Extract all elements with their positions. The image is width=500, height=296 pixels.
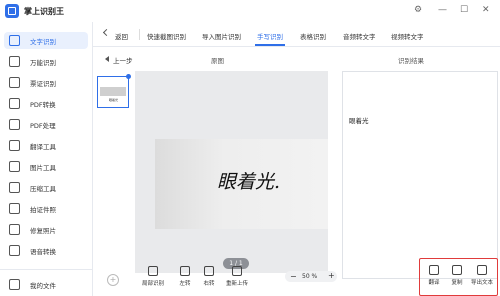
action-label: 导出文本 bbox=[470, 280, 493, 286]
close-icon[interactable]: ✕ bbox=[482, 5, 490, 15]
zoom-in-button[interactable]: + bbox=[328, 271, 335, 280]
sidebar-item-label: 图片工具 bbox=[30, 164, 56, 172]
rotate-right-button[interactable]: 右转 bbox=[194, 266, 224, 287]
rotate-right-icon bbox=[204, 266, 214, 276]
sidebar-item-voice-convert[interactable]: 语音转换 bbox=[4, 242, 88, 259]
sidebar-item-text-recognition[interactable]: 文字识别 bbox=[4, 32, 88, 49]
partial-recognize-button[interactable]: 局部识别 bbox=[138, 266, 168, 287]
tab-quick-screenshot[interactable]: 快速截图识别 bbox=[147, 31, 186, 41]
translate-button[interactable]: 翻译 bbox=[422, 265, 446, 286]
zoom-out-button[interactable]: − bbox=[290, 272, 297, 281]
pdf-convert-icon bbox=[9, 98, 20, 109]
universal-scan-icon bbox=[9, 56, 20, 67]
settings-icon[interactable]: ⚙ bbox=[414, 5, 422, 15]
sidebar-item-pdf-convert[interactable]: PDF转换 bbox=[4, 95, 88, 112]
pdf-process-icon bbox=[9, 119, 20, 130]
chevron-left-icon[interactable] bbox=[102, 28, 111, 37]
tab-audio-to-text[interactable]: 音频转文字 bbox=[343, 31, 376, 41]
thumbnail-remove-dot[interactable] bbox=[126, 74, 131, 79]
add-image-button[interactable]: + bbox=[107, 274, 119, 286]
sidebar-item-label: 票证识别 bbox=[30, 80, 56, 88]
translate-doc-icon bbox=[429, 265, 439, 275]
voice-convert-icon bbox=[9, 245, 20, 256]
tool-label: 局部识别 bbox=[141, 281, 164, 287]
image-thumbnail[interactable]: 眼着光 bbox=[97, 74, 131, 108]
original-image-area: 眼着光. 1 / 1 bbox=[135, 71, 328, 273]
sidebar-item-repair-photo[interactable]: 修复照片 bbox=[4, 221, 88, 238]
main-panel: 返回 快速截图识别 导入图片识别 手写识别 表格识别 音频转文字 视频转文字 上… bbox=[93, 22, 500, 296]
repair-photo-icon bbox=[9, 224, 20, 235]
reupload-button[interactable]: 重新上传 bbox=[222, 266, 252, 287]
sidebar-item-label: 压缩工具 bbox=[30, 185, 56, 193]
result-text[interactable]: 眼着光 bbox=[349, 115, 369, 125]
triangle-left-icon bbox=[105, 56, 109, 62]
tab-import-image[interactable]: 导入图片识别 bbox=[202, 31, 241, 41]
tool-label: 右转 bbox=[203, 281, 215, 287]
sidebar-item-label: 翻译工具 bbox=[30, 143, 56, 151]
sidebar-item-label: 拍证件照 bbox=[30, 206, 56, 214]
app-title: 掌上识别王 bbox=[24, 7, 64, 16]
original-image-label: 原图 bbox=[211, 57, 224, 65]
thumbnail-text: 眼着光 bbox=[109, 98, 119, 102]
translate-icon bbox=[9, 140, 20, 151]
ticket-icon bbox=[9, 77, 20, 88]
minimize-icon[interactable]: — bbox=[438, 5, 447, 15]
id-photo-icon bbox=[9, 203, 20, 214]
image-tool-icon bbox=[9, 161, 20, 172]
sidebar-item-label: 修复照片 bbox=[30, 227, 56, 235]
action-label: 翻译 bbox=[428, 280, 440, 286]
result-panel[interactable]: 眼着光 bbox=[342, 71, 498, 279]
sidebar-item-label: 万能识别 bbox=[30, 59, 56, 67]
handwriting-text: 眼着光. bbox=[217, 171, 281, 193]
compress-icon bbox=[9, 182, 20, 193]
tool-label: 重新上传 bbox=[225, 281, 248, 287]
scanned-paper: 眼着光. bbox=[155, 139, 328, 229]
crop-icon bbox=[148, 266, 158, 276]
tab-video-to-text[interactable]: 视频转文字 bbox=[391, 31, 424, 41]
sidebar-item-pdf-process[interactable]: PDF处理 bbox=[4, 116, 88, 133]
sidebar-item-label: PDF处理 bbox=[30, 122, 56, 130]
sidebar-item-label: 语音转换 bbox=[30, 248, 56, 256]
zoom-value: 50 % bbox=[302, 273, 318, 280]
copy-button[interactable]: 复制 bbox=[445, 265, 469, 286]
sidebar-item-compress[interactable]: 压缩工具 bbox=[4, 179, 88, 196]
reupload-icon bbox=[232, 266, 242, 276]
export-text-button[interactable]: 导出文本 bbox=[470, 265, 494, 286]
divider bbox=[139, 29, 140, 40]
title-bar: 掌上识别王 ⚙ — ☐ ✕ bbox=[0, 0, 500, 22]
tab-handwriting[interactable]: 手写识别 bbox=[257, 31, 283, 41]
sidebar-item-label: 文字识别 bbox=[30, 38, 56, 46]
rotate-left-icon bbox=[180, 266, 190, 276]
maximize-icon[interactable]: ☐ bbox=[460, 5, 468, 15]
action-label: 复制 bbox=[451, 280, 463, 286]
result-label: 识别结果 bbox=[398, 57, 424, 65]
prev-step-button[interactable]: 上一步 bbox=[105, 55, 133, 65]
sidebar-item-ticket[interactable]: 票证识别 bbox=[4, 74, 88, 91]
thumbnail-preview: 眼着光 bbox=[100, 87, 126, 102]
tab-table[interactable]: 表格识别 bbox=[300, 31, 326, 41]
tab-bar: 返回 快速截图识别 导入图片识别 手写识别 表格识别 音频转文字 视频转文字 bbox=[93, 22, 500, 47]
copy-icon bbox=[452, 265, 462, 275]
sidebar-item-id-photo[interactable]: 拍证件照 bbox=[4, 200, 88, 217]
back-button[interactable]: 返回 bbox=[115, 31, 128, 41]
sidebar-item-universal[interactable]: 万能识别 bbox=[4, 53, 88, 70]
export-icon bbox=[477, 265, 487, 275]
zoom-control: − 50 % + bbox=[285, 271, 337, 282]
sidebar-item-label: 我的文件 bbox=[30, 282, 56, 290]
sidebar-item-translate[interactable]: 翻译工具 bbox=[4, 137, 88, 154]
sidebar-item-image-tool[interactable]: 图片工具 bbox=[4, 158, 88, 175]
active-tab-indicator bbox=[255, 44, 285, 46]
sidebar-item-label: PDF转换 bbox=[30, 101, 56, 109]
folder-icon bbox=[9, 279, 20, 290]
result-actions-group: 翻译 复制 导出文本 bbox=[419, 258, 498, 296]
text-scan-icon bbox=[9, 35, 20, 46]
app-logo-icon bbox=[5, 4, 19, 18]
sidebar-item-my-files[interactable]: 我的文件 bbox=[4, 276, 88, 293]
sidebar-divider bbox=[0, 269, 92, 270]
prev-step-label: 上一步 bbox=[113, 57, 133, 65]
sidebar: 文字识别 万能识别 票证识别 PDF转换 PDF处理 翻译工具 图片工具 压缩工… bbox=[0, 22, 93, 296]
